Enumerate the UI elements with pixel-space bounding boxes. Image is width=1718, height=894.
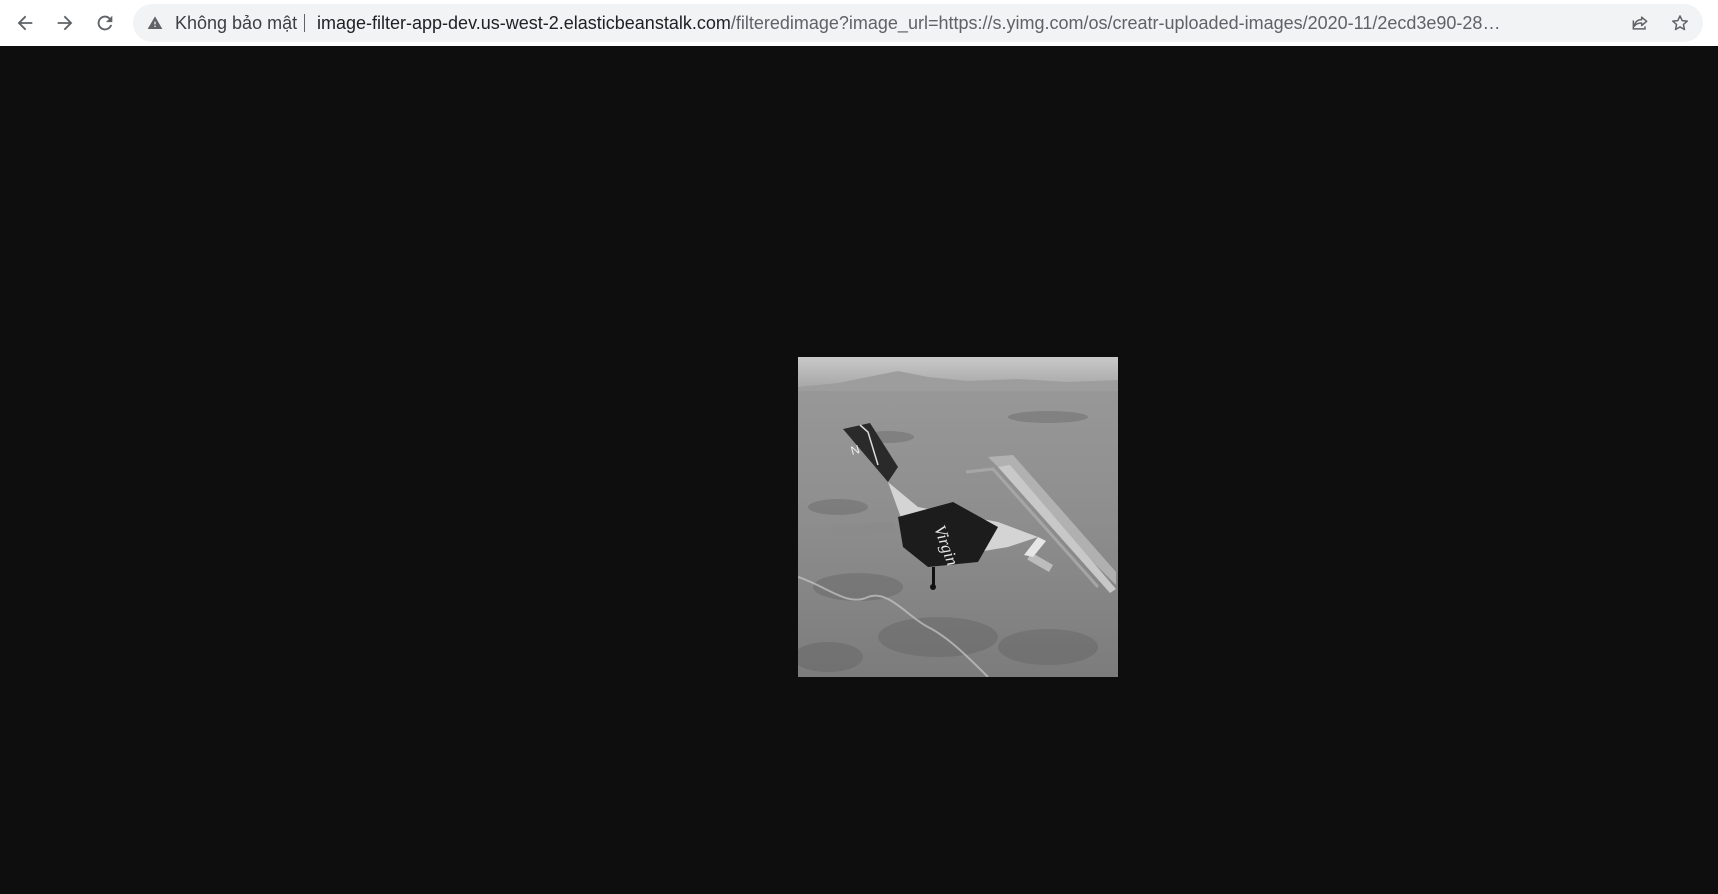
- spaceplane-photo: N Virgin: [798, 357, 1118, 677]
- reload-icon: [97, 15, 113, 31]
- url-host: image-filter-app-dev.us-west-2.elasticbe…: [317, 13, 731, 33]
- bookmark-button[interactable]: [1668, 11, 1692, 35]
- url-path: /filteredimage?image_url=https://s.yimg.…: [730, 13, 1505, 33]
- filtered-image: N Virgin: [798, 357, 1118, 677]
- star-icon: [1672, 15, 1688, 31]
- address-bar[interactable]: Không bảo mật image-filter-app-dev.us-we…: [133, 4, 1703, 42]
- page-viewport: N Virgin: [0, 46, 1718, 894]
- back-arrow-icon: [17, 15, 33, 31]
- address-separator: [304, 14, 305, 32]
- share-button[interactable]: [1628, 11, 1652, 35]
- reload-button[interactable]: [87, 5, 123, 41]
- forward-button[interactable]: [47, 5, 83, 41]
- browser-toolbar: Không bảo mật image-filter-app-dev.us-we…: [0, 0, 1718, 46]
- security-label[interactable]: Không bảo mật: [175, 13, 297, 33]
- share-icon: [1632, 16, 1648, 30]
- warning-triangle-icon[interactable]: [147, 15, 163, 31]
- url-text[interactable]: image-filter-app-dev.us-west-2.elasticbe…: [317, 13, 1505, 33]
- back-button[interactable]: [7, 5, 43, 41]
- forward-arrow-icon: [57, 15, 73, 31]
